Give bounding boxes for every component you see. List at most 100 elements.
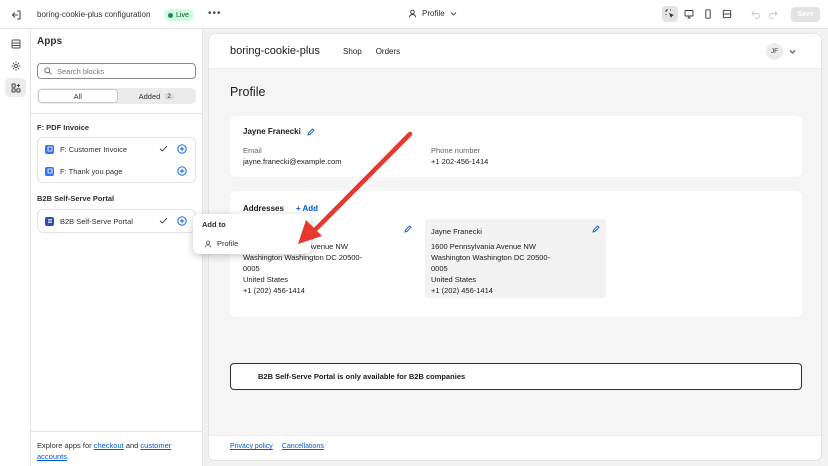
footer-text: and bbox=[123, 441, 141, 450]
sections-icon bbox=[11, 39, 20, 48]
cursor-select-icon bbox=[665, 9, 674, 18]
address-name: Jayne Franecki bbox=[431, 227, 482, 236]
apps-icon bbox=[11, 83, 20, 92]
pdf-invoice-blocks-card: F: Customer Invoice F: Thank you page bbox=[37, 137, 196, 183]
save-button[interactable]: Save bbox=[791, 7, 820, 22]
add-to-popover: Add to Profile bbox=[193, 214, 311, 254]
profile-name: Jayne Franecki bbox=[243, 127, 301, 136]
tab-all[interactable]: All bbox=[38, 89, 118, 103]
inspector-toggle-button[interactable] bbox=[662, 6, 678, 22]
edit-pencil-icon[interactable] bbox=[307, 127, 315, 136]
address-country: United States bbox=[431, 275, 477, 284]
address-country: United States bbox=[243, 275, 289, 284]
phone-label: Phone number bbox=[431, 146, 481, 155]
edit-pencil-icon[interactable] bbox=[592, 225, 600, 233]
group-title-b2b-portal: B2B Self-Serve Portal bbox=[37, 194, 115, 203]
more-actions-button[interactable]: ••• bbox=[208, 8, 222, 19]
app-block-icon bbox=[45, 166, 54, 176]
block-label: F: Customer Invoice bbox=[60, 144, 128, 154]
layout-icon bbox=[722, 9, 732, 19]
sidebar-title: Apps bbox=[37, 36, 62, 47]
address-line: 0005 bbox=[431, 264, 448, 273]
search-box[interactable] bbox=[37, 63, 196, 79]
app-block-icon bbox=[45, 216, 54, 226]
mobile-view-button[interactable] bbox=[700, 6, 716, 22]
template-selector-label: Profile bbox=[422, 9, 445, 18]
theme-settings-button[interactable] bbox=[5, 56, 26, 75]
block-customer-invoice[interactable]: F: Customer Invoice bbox=[38, 138, 195, 160]
toolbar-icons bbox=[662, 6, 735, 22]
store-name[interactable]: boring-cookie-plus bbox=[230, 45, 320, 57]
redo-icon[interactable] bbox=[768, 9, 778, 19]
email-value: jayne.franecki@example.com bbox=[243, 157, 342, 166]
footer-text: . bbox=[67, 452, 70, 461]
tab-added[interactable]: Added 2 bbox=[118, 89, 196, 103]
footer-text: Explore apps for bbox=[37, 441, 94, 450]
cancellations-link[interactable]: Cancellations bbox=[282, 443, 324, 450]
add-circle-icon[interactable] bbox=[177, 216, 187, 226]
group-title-pdf-invoice: F: PDF Invoice bbox=[37, 123, 90, 132]
sidebar-footer-divider bbox=[31, 431, 203, 432]
block-thank-you-page[interactable]: F: Thank you page bbox=[38, 160, 195, 182]
store-header: boring-cookie-plus Shop Orders JF bbox=[209, 34, 821, 69]
desktop-view-button[interactable] bbox=[681, 6, 697, 22]
add-address-button[interactable]: + Add bbox=[296, 204, 318, 213]
email-label: Email bbox=[243, 146, 262, 155]
privacy-policy-link[interactable]: Privacy policy bbox=[230, 443, 273, 450]
apps-button[interactable] bbox=[5, 78, 26, 97]
nav-orders-link[interactable]: Orders bbox=[376, 47, 400, 56]
add-circle-icon[interactable] bbox=[177, 144, 187, 154]
undo-icon[interactable] bbox=[751, 9, 761, 19]
sidebar-footer: Explore apps for checkout and customer a… bbox=[37, 440, 197, 462]
tab-all-label: All bbox=[73, 91, 82, 101]
live-badge-label: Live bbox=[176, 11, 189, 19]
footer-links: Privacy policy Cancellations bbox=[230, 443, 324, 450]
live-badge: Live bbox=[164, 9, 194, 21]
b2b-blocks-card: B2B Self-Serve Portal bbox=[37, 209, 196, 233]
check-icon bbox=[159, 217, 168, 224]
block-b2b-portal[interactable]: B2B Self-Serve Portal bbox=[38, 210, 195, 232]
address-line: Washington Washington DC 20500- bbox=[431, 253, 551, 262]
store-footer: Privacy policy Cancellations bbox=[209, 435, 821, 460]
addresses-header: Addresses + Add bbox=[243, 204, 318, 213]
block-label: F: Thank you page bbox=[60, 166, 123, 176]
gear-icon bbox=[11, 61, 20, 70]
check-icon bbox=[159, 145, 168, 152]
live-dot-icon bbox=[168, 12, 173, 18]
b2b-notice-banner[interactable]: B2B Self-Serve Portal is only available … bbox=[230, 363, 802, 390]
icon-rail bbox=[0, 29, 31, 466]
tab-added-label: Added bbox=[138, 91, 161, 101]
page-title: Profile bbox=[230, 85, 266, 99]
search-icon bbox=[44, 67, 52, 75]
profile-name-row: Jayne Franecki bbox=[243, 127, 315, 136]
added-count-badge: 2 bbox=[164, 92, 174, 100]
block-label: B2B Self-Serve Portal bbox=[60, 216, 133, 226]
popover-item-label: Profile bbox=[217, 239, 239, 248]
sections-button[interactable] bbox=[5, 34, 26, 53]
add-circle-icon[interactable] bbox=[177, 166, 187, 176]
configuration-title: boring-cookie-plus configuration bbox=[37, 10, 151, 19]
app-block-icon bbox=[45, 144, 54, 154]
template-selector[interactable]: Profile bbox=[408, 9, 457, 18]
nav-shop-link[interactable]: Shop bbox=[343, 47, 362, 56]
avatar[interactable]: JF bbox=[766, 43, 783, 60]
address-line: 1600 Pennsylvania Avenue NW bbox=[431, 242, 536, 251]
address-line: 0005 bbox=[243, 264, 260, 273]
popover-item-profile[interactable]: Profile bbox=[197, 236, 307, 251]
fullscreen-view-button[interactable] bbox=[719, 6, 735, 22]
profile-card: Jayne Franecki Email jayne.franecki@exam… bbox=[230, 116, 802, 177]
top-bar: boring-cookie-plus configuration Live ••… bbox=[0, 0, 828, 29]
search-input[interactable] bbox=[57, 66, 187, 76]
person-icon bbox=[204, 240, 212, 247]
apps-sidebar: Apps All Added 2 F: PDF Invoice F: Custo… bbox=[31, 29, 203, 466]
popover-title: Add to bbox=[202, 220, 226, 229]
exit-icon[interactable] bbox=[10, 9, 22, 21]
address-item: Jayne Franecki 1600 Pennsylvania Avenue … bbox=[425, 219, 606, 298]
chevron-down-icon[interactable] bbox=[789, 48, 796, 55]
store-nav: Shop Orders bbox=[343, 47, 400, 56]
edit-pencil-icon[interactable] bbox=[404, 225, 412, 233]
person-icon bbox=[408, 9, 417, 18]
addresses-title: Addresses bbox=[243, 204, 284, 213]
checkout-link[interactable]: checkout bbox=[94, 441, 124, 450]
sidebar-divider bbox=[31, 113, 203, 114]
